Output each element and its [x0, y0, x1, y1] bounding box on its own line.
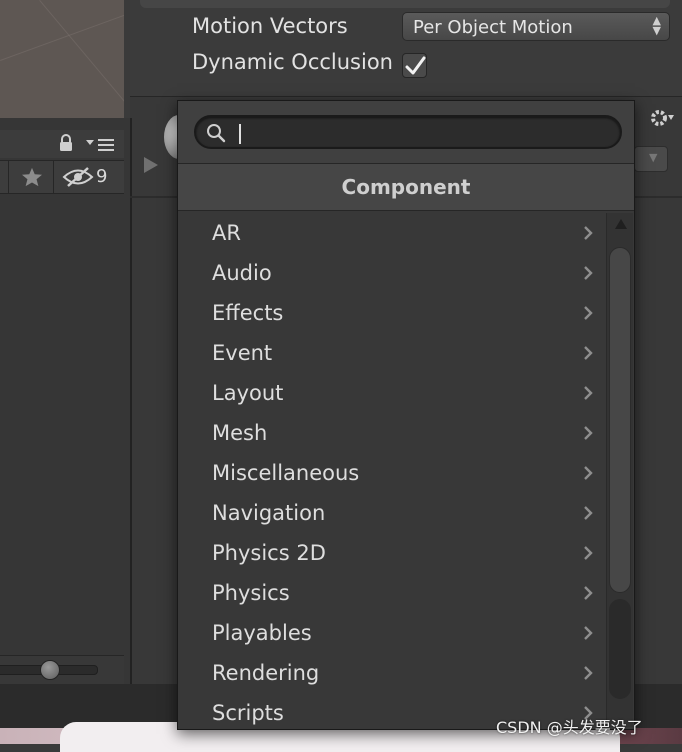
list-item[interactable]: Physics 2D: [178, 533, 598, 573]
list-item[interactable]: Physics: [178, 573, 598, 613]
hidden-objects-toggle[interactable]: 9: [53, 161, 125, 193]
scene-view[interactable]: [0, 0, 124, 118]
search-input[interactable]: [236, 120, 606, 144]
gear-icon[interactable]: [648, 106, 676, 130]
list-item-label: Audio: [212, 261, 272, 285]
list-item[interactable]: Miscellaneous: [178, 453, 598, 493]
chevron-right-icon: [584, 506, 593, 520]
list-item-label: AR: [212, 221, 241, 245]
section-header-edge: [140, 0, 670, 8]
list-item-label: Miscellaneous: [212, 461, 360, 485]
list-item-label: Physics 2D: [212, 541, 326, 565]
list-item-label: Rendering: [212, 661, 320, 685]
zoom-slider-handle[interactable]: [40, 660, 60, 680]
list-item[interactable]: Audio: [178, 253, 598, 293]
list-item[interactable]: Mesh: [178, 413, 598, 453]
text-caret: [239, 124, 241, 144]
chevron-right-icon: [584, 426, 593, 440]
list-item[interactable]: Playables: [178, 613, 598, 653]
chevron-right-icon: [584, 626, 593, 640]
motion-vectors-label: Motion Vectors: [192, 14, 348, 38]
eye-slash-icon: [62, 167, 94, 187]
list-item[interactable]: AR: [178, 213, 598, 253]
checkmark-icon: [405, 56, 426, 75]
list-item[interactable]: Navigation: [178, 493, 598, 533]
motion-vectors-value: Per Object Motion: [413, 17, 573, 38]
list-item-label: Navigation: [212, 501, 326, 525]
chevron-down-icon: ▼: [649, 151, 658, 164]
search-icon: [207, 124, 226, 143]
chevron-right-icon: [584, 226, 593, 240]
list-scrollbar[interactable]: [606, 213, 633, 727]
list-item[interactable]: Layout: [178, 373, 598, 413]
list-item-label: Event: [212, 341, 273, 365]
list-item-label: Effects: [212, 301, 284, 325]
popup-header: Component: [178, 164, 634, 211]
list-item[interactable]: Event: [178, 333, 598, 373]
chevron-right-icon: [584, 386, 593, 400]
panel-menu-icon[interactable]: [86, 138, 116, 152]
list-item[interactable]: Effects: [178, 293, 598, 333]
hierarchy-header: [0, 130, 124, 158]
scroll-track[interactable]: [609, 599, 631, 699]
lock-icon[interactable]: [58, 134, 74, 152]
hierarchy-panel: [0, 118, 132, 684]
search-field[interactable]: [194, 115, 622, 149]
chevron-right-icon: [584, 586, 593, 600]
chevron-right-icon: [584, 466, 593, 480]
scroll-up-arrow-icon[interactable]: [615, 219, 627, 229]
play-icon[interactable]: [144, 157, 158, 173]
list-item-label: Layout: [212, 381, 284, 405]
chevron-right-icon: [584, 666, 593, 680]
chevron-right-icon: [584, 266, 593, 280]
favorites-button[interactable]: [8, 161, 53, 193]
list-item-label: Mesh: [212, 421, 268, 445]
add-component-popup: Component AR Audio Effects Event Layout Mesh M…: [177, 100, 635, 730]
inspector-dropdown[interactable]: ▼: [634, 146, 668, 172]
watermark: CSDN @头发要没了: [496, 718, 643, 737]
select-arrows-icon: ▲ ▼: [652, 14, 661, 37]
list-item-label: Playables: [212, 621, 312, 645]
motion-vectors-select[interactable]: Per Object Motion ▲ ▼: [402, 12, 670, 41]
list-item-label: Physics: [212, 581, 290, 605]
scroll-thumb[interactable]: [609, 247, 631, 593]
list-item[interactable]: Rendering: [178, 653, 598, 693]
chevron-right-icon: [584, 346, 593, 360]
star-icon: [22, 167, 42, 187]
chevron-right-icon: [584, 546, 593, 560]
search-bar: [178, 101, 634, 164]
hidden-count: 9: [96, 166, 108, 187]
list-item-label: Scripts: [212, 701, 284, 725]
dynamic-occlusion-label: Dynamic Occlusion: [192, 50, 393, 74]
hierarchy-toolbar: 9: [0, 160, 124, 194]
dynamic-occlusion-checkbox[interactable]: [402, 53, 427, 78]
component-category-list: AR Audio Effects Event Layout Mesh Miscellaneo…: [178, 213, 634, 729]
chevron-right-icon: [584, 306, 593, 320]
